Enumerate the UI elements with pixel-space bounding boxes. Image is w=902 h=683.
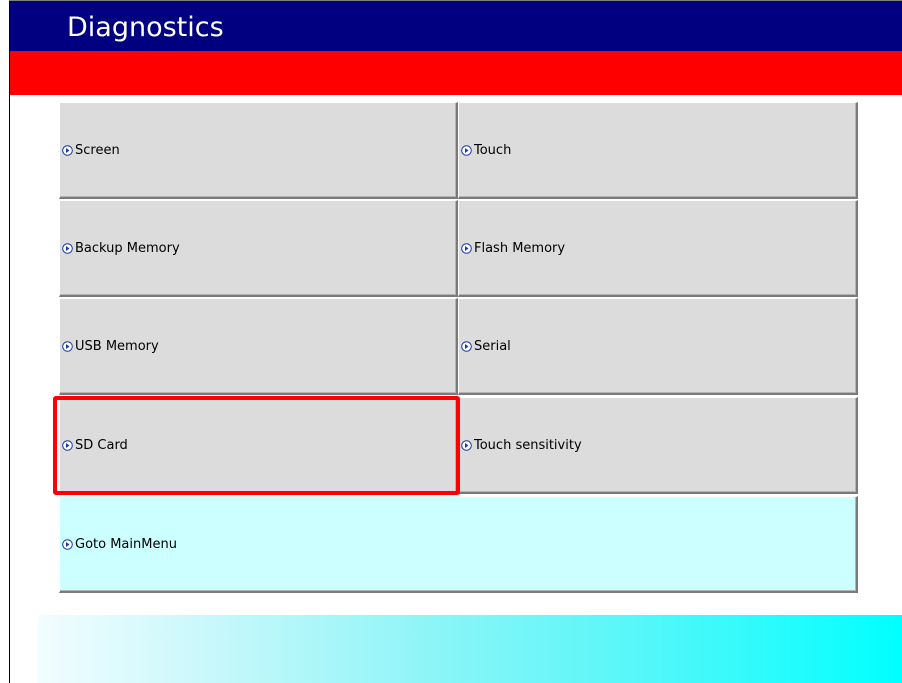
right-arrow-circle-icon — [62, 340, 73, 352]
usb-memory-label: USB Memory — [75, 338, 159, 354]
backup-memory-button[interactable]: Backup Memory — [59, 200, 458, 297]
flash-memory-button[interactable]: Flash Memory — [458, 200, 858, 297]
serial-button[interactable]: Serial — [458, 298, 858, 395]
serial-label: Serial — [474, 338, 511, 354]
accent-bar — [10, 51, 902, 95]
screen-label: Screen — [75, 142, 120, 158]
status-gradient-bar — [38, 615, 902, 683]
window-left-edge — [9, 0, 10, 683]
goto-main-menu-label: Goto MainMenu — [75, 536, 177, 552]
goto-main-menu-button[interactable]: Goto MainMenu — [59, 496, 858, 593]
touch-label: Touch — [474, 142, 512, 158]
right-arrow-circle-icon — [62, 144, 73, 156]
right-arrow-circle-icon — [461, 242, 472, 254]
flash-memory-label: Flash Memory — [474, 240, 566, 256]
touch-sensitivity-button[interactable]: Touch sensitivity — [458, 397, 858, 494]
sd-card-button[interactable]: SD Card — [59, 397, 458, 494]
touch-sensitivity-label: Touch sensitivity — [474, 437, 582, 453]
right-arrow-circle-icon — [62, 242, 73, 254]
usb-memory-button[interactable]: USB Memory — [59, 298, 458, 395]
sd-card-label: SD Card — [75, 437, 128, 453]
right-arrow-circle-icon — [62, 439, 73, 451]
backup-memory-label: Backup Memory — [75, 240, 180, 256]
right-arrow-circle-icon — [62, 538, 73, 550]
touch-button[interactable]: Touch — [458, 102, 858, 199]
right-arrow-circle-icon — [461, 144, 472, 156]
right-arrow-circle-icon — [461, 340, 472, 352]
title-bar: Diagnostics — [10, 1, 902, 51]
page-title: Diagnostics — [67, 12, 224, 43]
right-arrow-circle-icon — [461, 439, 472, 451]
screen-button[interactable]: Screen — [59, 102, 458, 199]
